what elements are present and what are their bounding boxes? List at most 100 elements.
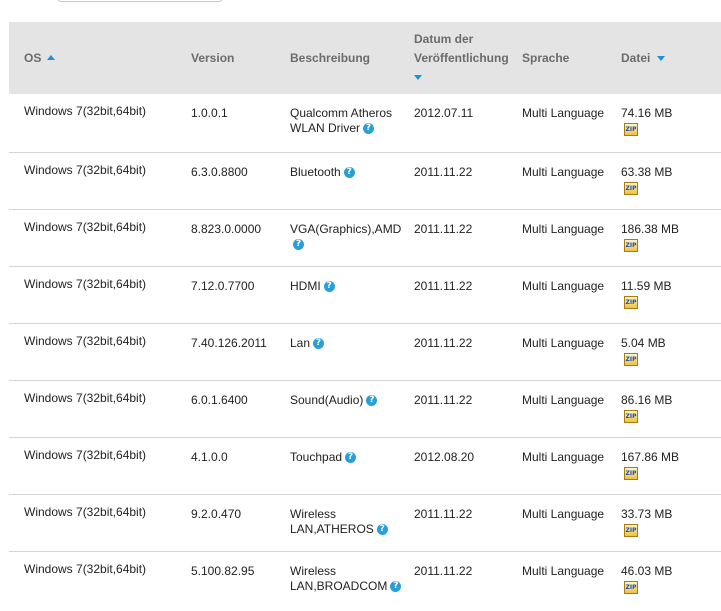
description-line2: LAN,ATHEROS <box>290 521 374 536</box>
zip-label: ZIP <box>625 469 637 477</box>
column-header-release-date-label: Datum der Veröffentlichung <box>414 30 509 87</box>
release-date-cell: 2011.11.22 <box>414 563 473 578</box>
table-header-row: OS Version Beschreibung Datum der Veröffe… <box>9 22 721 94</box>
release-date-cell: 2012.07.11 <box>414 106 474 120</box>
file-size: 11.59 MB <box>621 278 672 293</box>
help-icon[interactable]: ? <box>390 580 402 592</box>
table-row: Windows 7(32bit,64bit) 5.100.82.95 Wireles… <box>9 551 721 608</box>
file-cell: 86.16 MB ZIP <box>621 381 721 423</box>
zip-download-icon[interactable]: ZIP <box>624 181 638 195</box>
language-cell: Multi Language <box>522 449 605 464</box>
language-cell: Multi Language <box>522 506 605 521</box>
column-header-language[interactable]: Sprache <box>522 22 621 94</box>
release-date-cell: 2011.11.22 <box>414 335 473 350</box>
table-row: Windows 7(32bit,64bit) 1.0.0.1 Qualcomm At… <box>9 94 721 153</box>
language-cell: Multi Language <box>522 392 605 407</box>
version-cell: 7.40.126.2011 <box>191 335 267 350</box>
zip-download-icon[interactable]: ZIP <box>624 238 638 252</box>
description-line1: Lan <box>290 335 311 350</box>
table-row: Windows 7(32bit,64bit) 7.40.126.2011 Lan? 2… <box>9 323 721 381</box>
sort-descending-icon[interactable] <box>414 74 422 80</box>
description-cell: Lan? <box>290 324 414 351</box>
os-cell: Windows 7(32bit,64bit) <box>24 276 147 291</box>
file-cell: 186.38 MB ZIP <box>621 210 721 252</box>
zip-download-icon[interactable]: ZIP <box>624 295 638 309</box>
column-header-description-label: Beschreibung <box>290 50 371 65</box>
os-cell: Windows 7(32bit,64bit) <box>24 162 147 177</box>
file-cell: 167.86 MB ZIP <box>621 438 721 480</box>
zip-label: ZIP <box>625 241 637 249</box>
help-icon[interactable]: ? <box>293 238 304 250</box>
version-cell: 9.2.0.470 <box>191 506 242 521</box>
zip-download-icon[interactable]: ZIP <box>624 580 638 594</box>
help-icon[interactable]: ? <box>366 394 378 406</box>
file-cell: 74.16 MB ZIP <box>621 94 721 136</box>
language-cell: Multi Language <box>522 563 605 578</box>
column-header-version-label: Version <box>191 50 235 65</box>
help-icon[interactable]: ? <box>363 123 375 135</box>
column-header-description[interactable]: Beschreibung <box>290 22 414 94</box>
table-row: Windows 7(32bit,64bit) 7.12.0.7700 HDMI? 20… <box>9 266 721 324</box>
os-cell: Windows 7(32bit,64bit) <box>24 333 147 348</box>
language-cell: Multi Language <box>522 278 605 293</box>
help-icon[interactable]: ? <box>376 523 388 535</box>
file-size: 63.38 MB <box>621 164 673 179</box>
search-box[interactable] <box>57 0 223 2</box>
column-header-file-label: Datei <box>621 50 651 65</box>
file-size: 33.73 MB <box>621 506 673 521</box>
version-cell: 5.100.82.95 <box>191 563 255 578</box>
zip-download-icon[interactable]: ZIP <box>624 466 638 480</box>
file-size: 46.03 MB <box>621 563 673 578</box>
os-cell: Windows 7(32bit,64bit) <box>24 390 147 405</box>
release-date-cell: 2011.11.22 <box>414 392 473 407</box>
table-row: Windows 7(32bit,64bit) 8.823.0.0000 VGA(Gr… <box>9 209 721 267</box>
release-date-cell: 2011.11.22 <box>414 278 473 293</box>
help-icon[interactable]: ? <box>343 166 355 178</box>
help-icon[interactable]: ? <box>323 280 335 292</box>
description-line2: LAN,BROADCOM <box>290 578 388 593</box>
release-date-cell: 2011.11.22 <box>414 164 473 179</box>
zip-download-icon[interactable]: ZIP <box>624 123 638 136</box>
file-size: 86.16 MB <box>621 392 673 407</box>
os-cell: Windows 7(32bit,64bit) <box>24 219 147 234</box>
file-size: 74.16 MB <box>621 106 673 120</box>
help-icon[interactable]: ? <box>313 337 325 349</box>
zip-download-icon[interactable]: ZIP <box>624 352 638 366</box>
file-cell: 46.03 MB ZIP <box>621 552 721 594</box>
description-line1: Wireless <box>290 506 337 521</box>
column-header-release-date[interactable]: Datum der Veröffentlichung <box>414 22 522 94</box>
description-cell: HDMI? <box>290 267 414 294</box>
language-cell: Multi Language <box>522 106 605 120</box>
sort-ascending-icon[interactable] <box>47 54 56 60</box>
file-size: 186.38 MB <box>621 221 680 236</box>
description-cell: Wireless LAN,BROADCOM? <box>290 552 414 594</box>
zip-download-icon[interactable]: ZIP <box>624 523 638 537</box>
zip-label: ZIP <box>625 355 637 363</box>
column-header-file[interactable]: Datei <box>621 22 721 94</box>
table-row: Windows 7(32bit,64bit) 6.3.0.8800 Bluetoot… <box>9 152 721 210</box>
description-line1: Wireless <box>290 563 337 578</box>
release-date-cell: 2011.11.22 <box>414 221 473 236</box>
help-icon[interactable]: ? <box>345 451 357 463</box>
version-cell: 8.823.0.0000 <box>191 221 262 236</box>
table-row: Windows 7(32bit,64bit) 9.2.0.470 Wireless L… <box>9 494 721 552</box>
zip-label: ZIP <box>625 526 637 534</box>
file-cell: 5.04 MB ZIP <box>621 324 721 366</box>
zip-label: ZIP <box>625 184 637 192</box>
zip-label: ZIP <box>625 298 637 306</box>
column-header-version[interactable]: Version <box>191 22 290 94</box>
release-date-label-line2: Veröffentlichung <box>414 50 509 65</box>
release-date-cell: 2011.11.22 <box>414 506 473 521</box>
version-cell: 1.0.0.1 <box>191 106 228 120</box>
description-line1: Bluetooth <box>290 164 341 179</box>
sort-descending-icon[interactable] <box>657 55 666 61</box>
zip-label: ZIP <box>625 126 637 133</box>
description-cell: Bluetooth? <box>290 153 414 180</box>
os-cell: Windows 7(32bit,64bit) <box>24 504 147 519</box>
language-cell: Multi Language <box>522 164 605 179</box>
zip-download-icon[interactable]: ZIP <box>624 409 638 423</box>
table-row: Windows 7(32bit,64bit) 6.0.1.6400 Sound(Au… <box>9 380 721 438</box>
column-header-os[interactable]: OS <box>9 22 191 94</box>
column-header-os-label: OS <box>24 50 42 65</box>
description-line1: VGA(Graphics),AMD <box>290 221 402 236</box>
